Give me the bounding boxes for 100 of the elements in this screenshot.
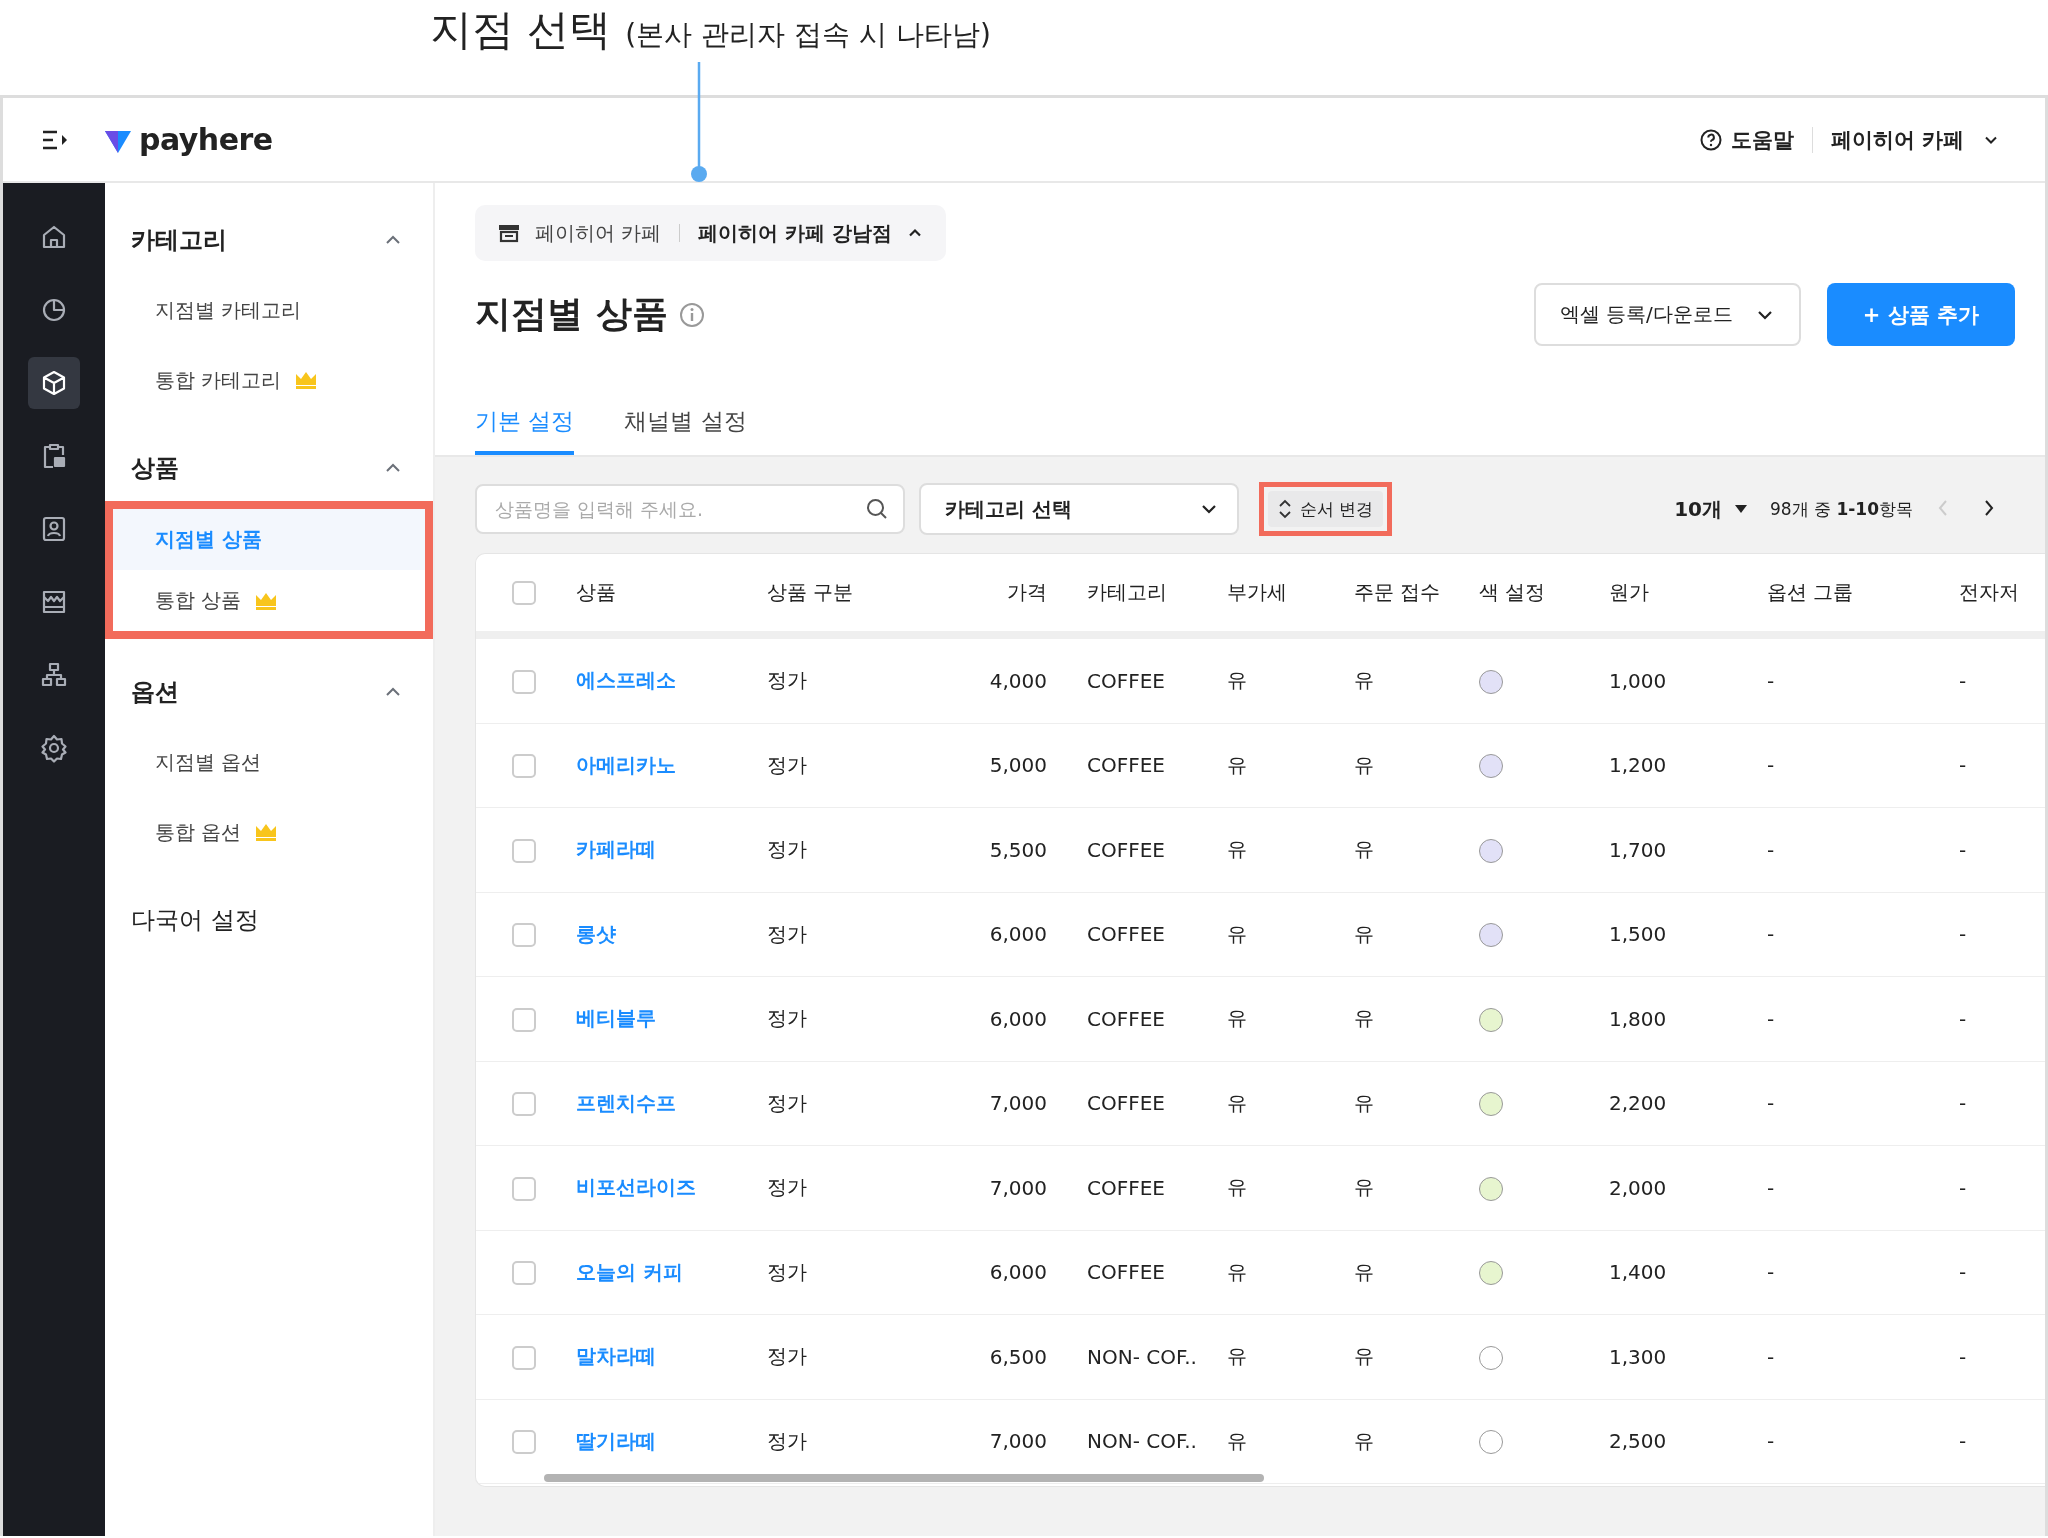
table-cell: COFFEE — [1087, 1006, 1165, 1031]
table-cell: 유 — [1354, 1344, 1374, 1369]
table-cell: 1,500 — [1609, 922, 1667, 947]
menu-item[interactable]: 통합 옵션 — [105, 797, 433, 867]
table-cell: 유 — [1227, 1006, 1247, 1031]
caret-down-icon — [1734, 504, 1748, 514]
help-link[interactable]: 도움말 — [1698, 125, 1794, 154]
table-cell: 정가 — [767, 1344, 807, 1369]
table-cell: 유 — [1354, 1090, 1374, 1115]
menu-section-header[interactable]: 옵션 — [105, 657, 433, 727]
table-cell: 유 — [1227, 1259, 1247, 1284]
table-cell: 1,200 — [1609, 753, 1667, 778]
table-cell: COFFEE — [1087, 753, 1165, 778]
row-checkbox[interactable] — [512, 838, 536, 863]
table-cell: - — [1767, 1006, 1775, 1031]
row-checkbox[interactable] — [512, 1176, 536, 1201]
menu-item[interactable]: 지점별 카테고리 — [105, 275, 433, 345]
branch-selector[interactable]: 페이히어 카페 페이히어 카페 강남점 — [475, 205, 947, 261]
logo-text: payhere — [139, 122, 273, 157]
table-cell: 2,500 — [1609, 1429, 1667, 1454]
store-icon — [497, 222, 521, 244]
column-header: 주문 접수 — [1354, 580, 1441, 604]
annotation-note: (본사 관리자 접속 시 나타남) — [625, 17, 991, 53]
table-cell: 유 — [1354, 1006, 1374, 1031]
menu-item[interactable]: 지점별 옵션 — [105, 727, 433, 797]
menu-section-header[interactable]: 상품 — [105, 433, 433, 503]
category-select[interactable]: 카테고리 선택 — [919, 483, 1239, 535]
menu-item[interactable]: 통합 카테고리 — [105, 345, 433, 415]
row-checkbox[interactable] — [512, 1430, 536, 1454]
menu-item[interactable]: 통합 상품 — [113, 570, 425, 631]
table-cell: - — [1959, 1175, 1967, 1200]
table-cell: 5,000 — [989, 753, 1047, 778]
chevron-left-icon — [1937, 498, 1949, 517]
row-checkbox[interactable] — [512, 1007, 536, 1032]
table-cell: - — [1767, 922, 1775, 947]
menu-link[interactable]: 다국어 설정 — [105, 885, 433, 955]
chevron-right-icon — [1983, 498, 1995, 517]
table-cell: 유 — [1354, 837, 1374, 862]
search-icon — [865, 497, 889, 521]
table-cell: 유 — [1227, 752, 1247, 777]
table-cell: 4,000 — [989, 668, 1047, 693]
help-icon — [1698, 127, 1723, 152]
table-cell: - — [1959, 668, 1967, 693]
excel-dropdown-button[interactable]: 엑셀 등록/다운로드 — [1533, 283, 1801, 346]
table-cell: - — [1767, 1091, 1775, 1116]
table-cell: 7,000 — [989, 1091, 1047, 1116]
table-cell: 1,300 — [1609, 1344, 1667, 1369]
table-cell: 유 — [1227, 1175, 1247, 1200]
settings-icon — [39, 733, 69, 763]
table-cell: 유 — [1227, 668, 1247, 693]
table-cell: 1,400 — [1609, 1260, 1667, 1285]
row-checkbox[interactable] — [512, 669, 536, 694]
row-checkbox[interactable] — [512, 754, 536, 778]
table-cell: 6,500 — [989, 1344, 1047, 1369]
table-cell: 정가 — [767, 1259, 807, 1284]
table-cell: 2,000 — [1609, 1175, 1667, 1200]
table-cell: 정가 — [767, 1428, 807, 1453]
menu-section-header[interactable]: 카테고리 — [105, 205, 433, 275]
page-size-select[interactable]: 10개 — [1674, 495, 1748, 523]
page-title: 지점별 상품 — [475, 292, 668, 336]
table-cell: 2,200 — [1609, 1091, 1667, 1116]
table-cell: 유 — [1354, 668, 1374, 693]
table-cell: COFFEE — [1087, 1260, 1165, 1285]
table-cell: 유 — [1227, 1344, 1247, 1369]
tab[interactable]: 채널별 설정 — [624, 406, 747, 455]
table-cell: - — [1959, 753, 1967, 778]
table-cell: COFFEE — [1087, 668, 1165, 693]
table-cell: 6,000 — [989, 922, 1047, 947]
select-all-checkbox[interactable] — [512, 581, 536, 606]
table-cell: 유 — [1227, 1428, 1247, 1453]
table-cell: COFFEE — [1087, 922, 1165, 947]
column-header: 원가 — [1609, 580, 1649, 604]
row-checkbox[interactable] — [512, 923, 536, 947]
search-field[interactable]: 상품명을 입력해 주세요. — [475, 484, 905, 534]
table-cell: 정가 — [767, 668, 807, 693]
rail-button[interactable] — [28, 357, 80, 409]
table-cell: - — [1959, 1344, 1967, 1369]
table-cell: COFFEE — [1087, 837, 1165, 862]
table-cell: - — [1959, 837, 1967, 862]
account-dropdown[interactable]: 페이히어 카페 — [1830, 125, 2000, 154]
reorder-button[interactable]: 순서 변경 — [1268, 491, 1384, 527]
table-cell: NON- COF.. — [1087, 1429, 1197, 1454]
scrollbar[interactable] — [544, 1474, 1264, 1482]
table-cell: COFFEE — [1087, 1091, 1165, 1116]
table-cell: 7,000 — [989, 1429, 1047, 1454]
column-header: 상품 구분 — [767, 580, 854, 604]
pagination-range: 98개 중 1-10항목 — [1770, 497, 1913, 521]
table-cell: - — [1767, 668, 1775, 693]
row-checkbox[interactable] — [512, 1092, 536, 1116]
table-cell: 정가 — [767, 1090, 807, 1115]
table-cell: - — [1767, 753, 1775, 778]
table-cell: 5,500 — [989, 837, 1047, 862]
column-header: 카테고리 — [1087, 580, 1167, 604]
table-cell: 1,000 — [1609, 668, 1667, 693]
row-checkbox[interactable] — [512, 1345, 536, 1370]
table-cell: 유 — [1354, 752, 1374, 777]
table-cell: 정가 — [767, 1006, 807, 1031]
info-icon[interactable] — [677, 300, 706, 329]
table-cell: COFFEE — [1087, 1175, 1165, 1200]
row-checkbox[interactable] — [512, 1261, 536, 1285]
